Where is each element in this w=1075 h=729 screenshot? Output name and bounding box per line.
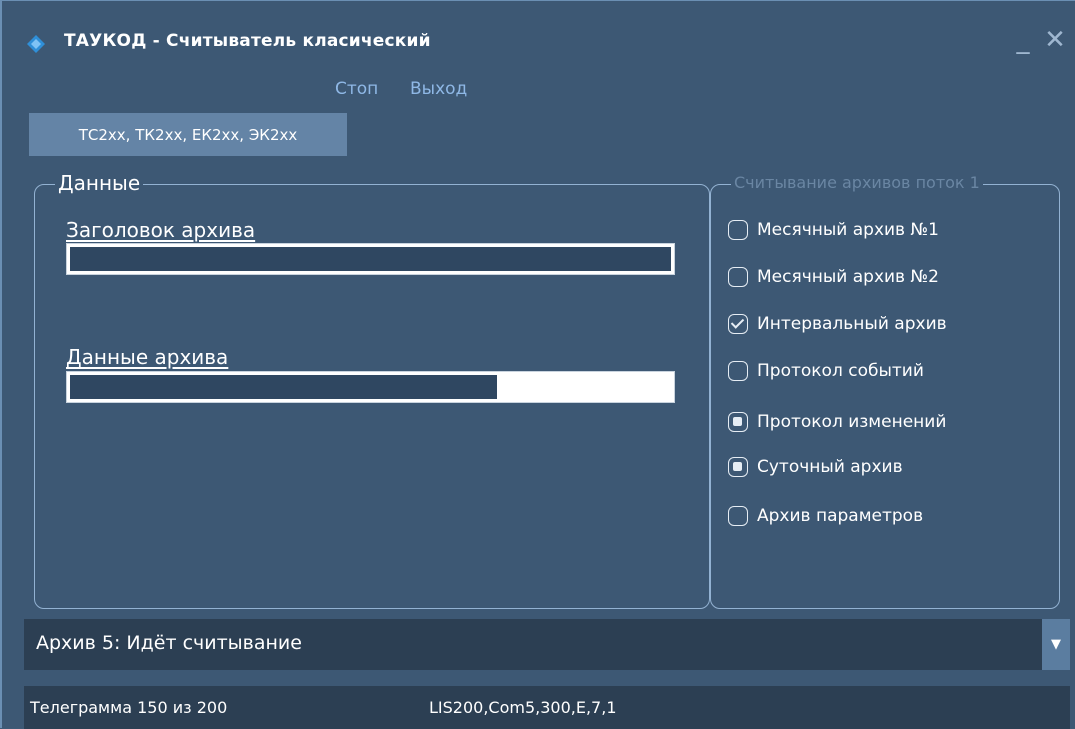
status-text: Архив 5: Идёт считывание: [36, 632, 302, 654]
port-settings: LIS200,Com5,300,E,7,1: [429, 698, 617, 717]
window-title: ТАУКОД - Считыватель класический: [64, 31, 431, 51]
archives-group: Считывание архивов поток 1: [710, 171, 1060, 609]
checkbox-label: Протокол изменений: [757, 412, 947, 432]
archive-data-label: Данные архива: [66, 345, 229, 369]
checkbox-box[interactable]: [728, 267, 748, 287]
archive-header-label: Заголовок архива: [66, 218, 256, 242]
checkbox-box[interactable]: [728, 361, 748, 381]
archive-header-progress-fill: [70, 247, 671, 271]
footer-bar: Телеграмма 150 из 200 LIS200,Com5,300,E,…: [24, 686, 1070, 729]
checkbox-label: Архив параметров: [757, 506, 924, 526]
checkbox-box[interactable]: [728, 412, 748, 432]
minimize-button[interactable]: _: [1012, 25, 1034, 55]
archive-header-progress: [66, 243, 675, 275]
checkbox-monthly-archive-1[interactable]: Месячный архив №1: [728, 220, 939, 240]
archive-data-progress: [66, 371, 675, 403]
checkbox-daily-archive[interactable]: Суточный архив: [728, 457, 903, 477]
checkbox-label: Интервальный архив: [757, 314, 947, 334]
archive-data-progress-fill: [70, 375, 497, 399]
status-dropdown-button[interactable]: ▼: [1042, 619, 1070, 670]
menu-exit[interactable]: Выход: [410, 79, 467, 99]
checkbox-label: Месячный архив №1: [757, 220, 939, 240]
checkbox-monthly-archive-2[interactable]: Месячный архив №2: [728, 267, 939, 287]
checkbox-box[interactable]: [728, 220, 748, 240]
data-group-legend: Данные: [55, 171, 144, 195]
tab-device-type[interactable]: ТС2xx, ТК2xx, ЕК2xx, ЭК2xx: [29, 113, 347, 156]
diamond-logo-icon: [27, 35, 45, 53]
triangle-down-icon: ▼: [1051, 637, 1061, 652]
archives-group-legend: Считывание архивов поток 1: [731, 171, 983, 195]
status-bar[interactable]: Архив 5: Идёт считывание ▼: [24, 619, 1070, 670]
checkbox-interval-archive[interactable]: Интервальный архив: [728, 314, 947, 334]
checkbox-label: Месячный архив №2: [757, 267, 939, 287]
telegram-counter: Телеграмма 150 из 200: [30, 698, 228, 717]
checkbox-parameters-archive[interactable]: Архив параметров: [728, 506, 923, 526]
checkbox-box[interactable]: [728, 314, 748, 334]
menu-stop[interactable]: Стоп: [335, 79, 378, 99]
checkbox-event-log[interactable]: Протокол событий: [728, 361, 924, 381]
main-window: ТАУКОД - Считыватель класический _ ✕ Сто…: [0, 0, 1075, 729]
checkbox-change-log[interactable]: Протокол изменений: [728, 412, 946, 432]
checkbox-box[interactable]: [728, 506, 748, 526]
close-button[interactable]: ✕: [1042, 25, 1068, 55]
checkbox-box[interactable]: [728, 457, 748, 477]
checkbox-label: Протокол событий: [757, 361, 924, 381]
checkbox-label: Суточный архив: [757, 457, 903, 477]
